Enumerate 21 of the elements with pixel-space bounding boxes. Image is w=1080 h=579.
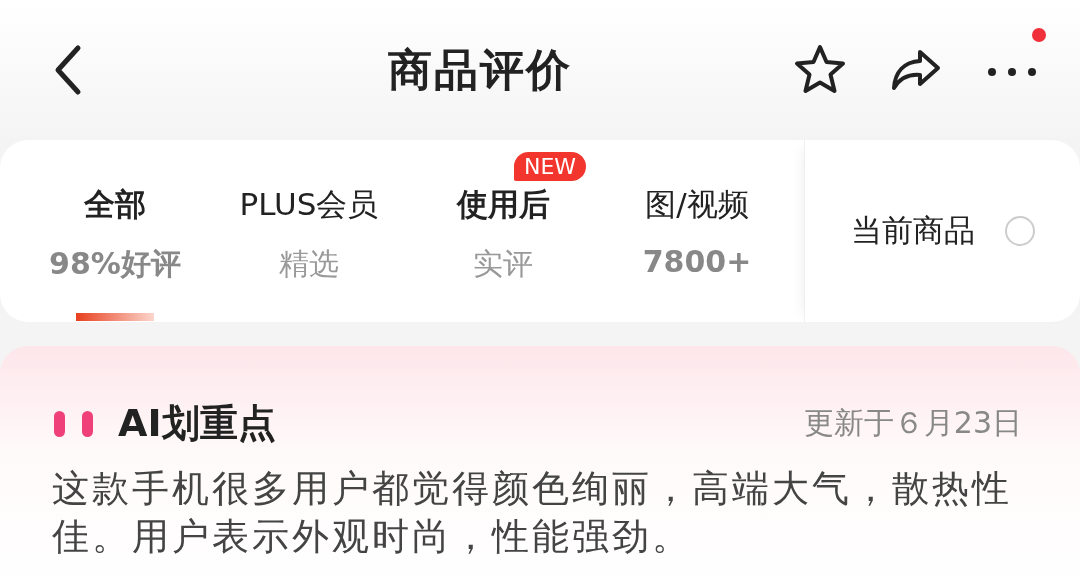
tab-label: 图/视频 (645, 185, 749, 224)
update-date: 更新于６月23日 (803, 404, 1022, 442)
tab-subtitle: 7800+ (642, 244, 752, 279)
summary-title: AI划重点 (118, 400, 277, 447)
review-tab[interactable]: 全部 98%好评 (18, 140, 212, 322)
current-product-filter[interactable]: 当前商品 (804, 140, 1080, 322)
page-title: 商品评价 (387, 42, 573, 97)
tab-label: 使用后 (456, 185, 550, 224)
new-badge: NEW (514, 152, 587, 181)
tab-subtitle: 98%好评 (49, 245, 181, 283)
tab-subtitle: 实评 (473, 245, 533, 283)
review-tab[interactable]: PLUS会员 精选 (212, 140, 406, 322)
review-tab[interactable]: NEW 使用后 实评 (406, 140, 600, 322)
tab-label: PLUS会员 (239, 185, 379, 224)
filter-label: 当前商品 (850, 211, 975, 250)
review-tab[interactable]: 图/视频 7800+ (600, 140, 794, 322)
tab-label: 全部 (84, 185, 146, 224)
summary-text: 这款手机很多用户都觉得颜色绚丽，高端大气，散热性佳。用户表示外观时尚，性能强劲。 (52, 466, 1012, 560)
tab-subtitle: 精选 (279, 245, 339, 283)
radio-button[interactable] (1004, 216, 1035, 246)
quote-icon (52, 408, 96, 439)
